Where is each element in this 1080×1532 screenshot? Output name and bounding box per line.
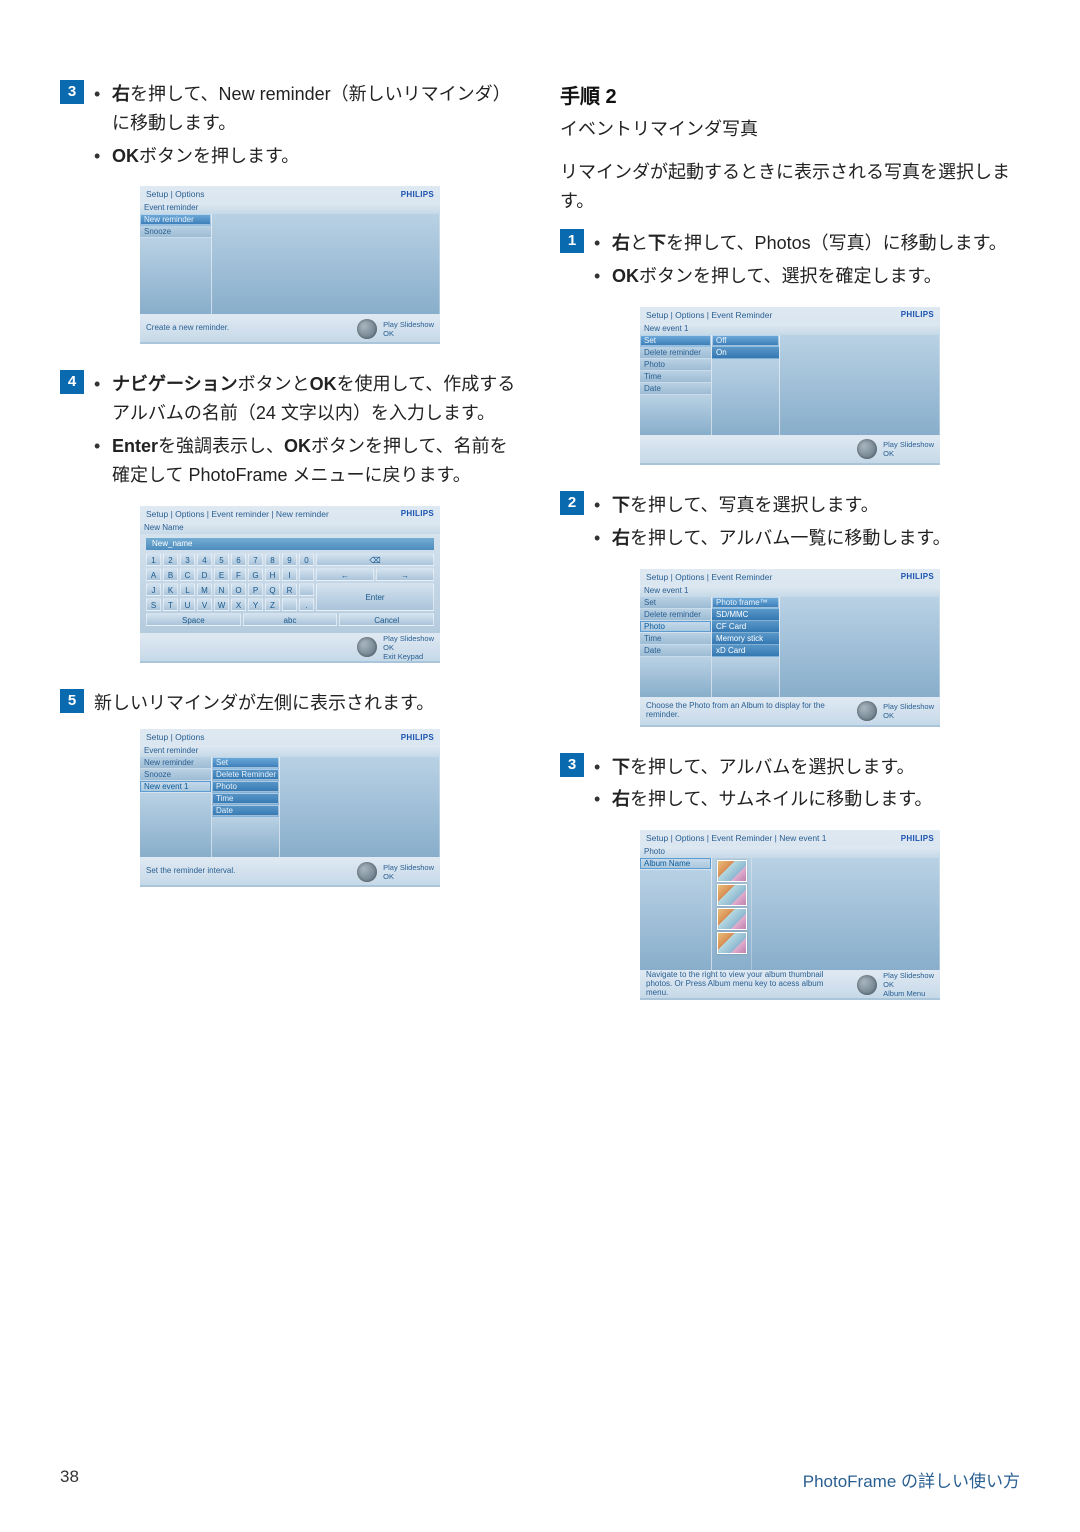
left-column: 3 右を押して、New reminder（新しいリマインダ）に移動します。 OK… xyxy=(60,80,520,1026)
step-3: 3 右を押して、New reminder（新しいリマインダ）に移動します。 OK… xyxy=(60,80,520,174)
panel-header: New Name xyxy=(140,522,440,534)
menu-item: New reminder xyxy=(140,214,211,226)
footer-hint: Set the reminder interval. xyxy=(146,867,351,876)
breadcrumb: Setup | Options | Event Reminder xyxy=(646,310,772,320)
step2-heading: 手順 2 xyxy=(560,80,1020,109)
screenshot-a: Setup | Options PHILIPS Event reminder N… xyxy=(140,186,440,344)
screenshot-f: Setup | Options | Event Reminder | New e… xyxy=(640,830,940,1000)
breadcrumb: Setup | Options xyxy=(146,189,204,199)
step5-text: 新しいリマインダが左側に表示されます。 xyxy=(94,693,434,713)
panel-header: Event reminder xyxy=(140,745,440,757)
footer-legend: Play Slideshow OK xyxy=(383,320,434,338)
thumbnail xyxy=(717,884,747,906)
breadcrumb: Setup | Options | Event reminder | New r… xyxy=(146,509,329,519)
brand-logo: PHILIPS xyxy=(401,190,434,199)
right-step-2: 2 下を押して、写真を選択します。 右を押して、アルバム一覧に移動します。 xyxy=(560,491,1020,557)
step-num-3: 3 xyxy=(60,80,84,104)
brand-logo: PHILIPS xyxy=(401,509,434,518)
screenshot-b: Setup | Options | Event reminder | New r… xyxy=(140,506,440,663)
step2-subtitle: イベントリマインダ写真 xyxy=(560,115,1020,144)
thumbnail xyxy=(717,908,747,930)
brand-logo: PHILIPS xyxy=(401,733,434,742)
backspace-key: ⌫ xyxy=(316,553,434,566)
joystick-icon xyxy=(357,319,377,339)
panel-header: Event reminder xyxy=(140,202,440,214)
breadcrumb: Setup | Options xyxy=(146,732,204,742)
step-5: 5 新しいリマインダが左側に表示されます。 xyxy=(60,689,520,718)
left-key: ← xyxy=(316,568,374,581)
right-column: 手順 2 イベントリマインダ写真 リマインダが起動するときに表示される写真を選択… xyxy=(560,80,1020,1026)
screenshot-c: Setup | Options PHILIPS Event reminder N… xyxy=(140,729,440,887)
footer-legend: Play Slideshow OK Exit Keypad xyxy=(383,634,434,661)
footer-hint: Create a new reminder. xyxy=(146,324,351,333)
chapter-title: PhotoFrame の詳しい使い方 xyxy=(803,1467,1020,1492)
right-key: → xyxy=(376,568,434,581)
right-step-1: 1 右と下を押して、Photos（写真）に移動します。 OKボタンを押して、選択… xyxy=(560,229,1020,295)
page-footer: 38 PhotoFrame の詳しい使い方 xyxy=(60,1467,1020,1492)
kbd-field: New_name xyxy=(146,538,434,550)
thumbnail xyxy=(717,932,747,954)
menu-item: Snooze xyxy=(140,226,211,238)
screenshot-d: Setup | Options | Event Reminder PHILIPS… xyxy=(640,307,940,465)
joystick-icon xyxy=(357,637,377,657)
enter-key: Enter xyxy=(316,583,434,611)
step-num-4: 4 xyxy=(60,370,84,394)
thumbnail xyxy=(717,860,747,882)
joystick-icon xyxy=(357,862,377,882)
step-4: 4 ナビゲーションボタンとOKを使用して、作成するアルバムの名前（24 文字以内… xyxy=(60,370,520,493)
step2-desc: リマインダが起動するときに表示される写真を選択します。 xyxy=(560,158,1020,216)
screenshot-e: Setup | Options | Event Reminder PHILIPS… xyxy=(640,569,940,727)
step-num-5: 5 xyxy=(60,689,84,713)
keyboard: 1234567890 ABCDEFGHI JKLMNOPQR STUVWXYZ. xyxy=(146,553,314,611)
right-step-3: 3 下を押して、アルバムを選択します。 右を押して、サムネイルに移動します。 xyxy=(560,753,1020,819)
page-number: 38 xyxy=(60,1467,79,1492)
